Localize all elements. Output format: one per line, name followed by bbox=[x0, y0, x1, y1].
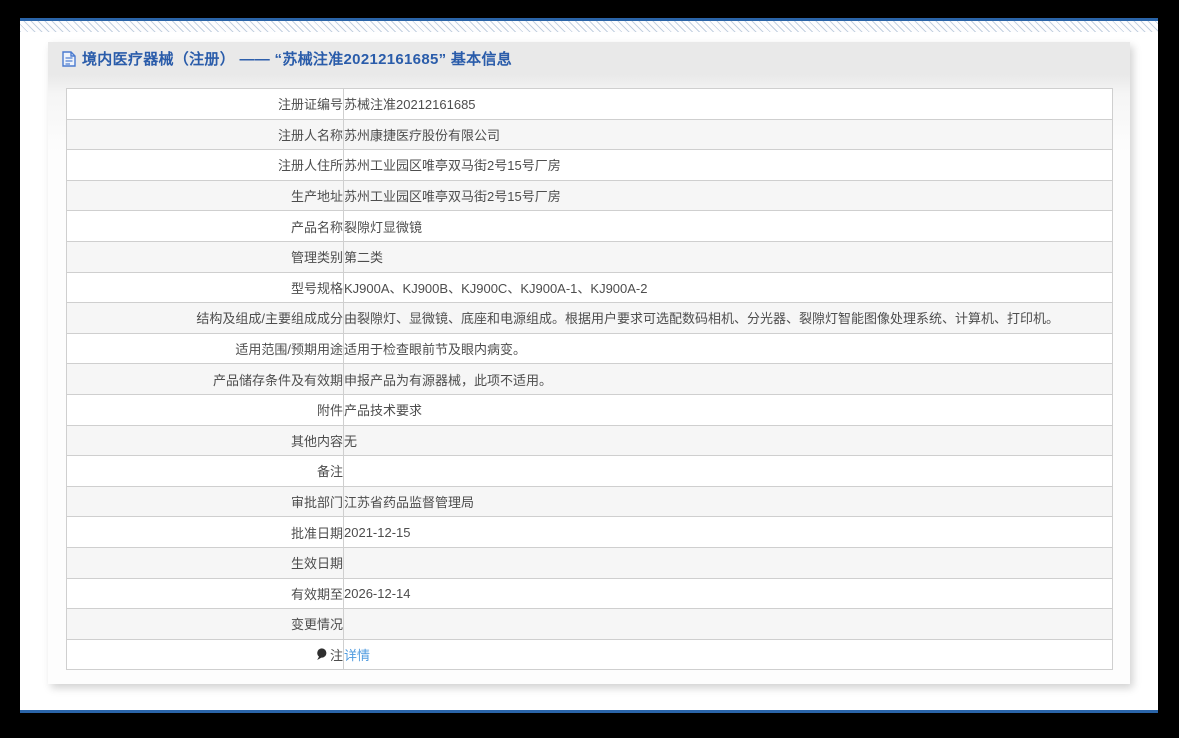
table-row: 备注 bbox=[66, 455, 1113, 487]
row-label: 结构及组成/主要组成成分 bbox=[66, 302, 344, 334]
row-label: 产品储存条件及有效期 bbox=[66, 363, 344, 395]
detail-link[interactable]: 详情 bbox=[345, 648, 371, 663]
row-label: 注册人名称 bbox=[66, 118, 344, 151]
table-row: 生效日期 bbox=[66, 546, 1113, 579]
table-row: 注册人住所 苏州工业园区唯亭双马街2号15号厂房 bbox=[66, 149, 1113, 181]
page-title: 境内医疗器械（注册） —— “苏械注准20212161685” 基本信息 bbox=[48, 42, 1130, 75]
row-value: 详情 bbox=[343, 638, 1113, 671]
table-row: 有效期至 2026-12-14 bbox=[66, 577, 1113, 610]
row-label-text: 注 bbox=[329, 647, 343, 663]
row-label: 产品名称 bbox=[66, 210, 344, 242]
row-label: 附件 bbox=[66, 393, 344, 426]
row-value: 苏州康捷医疗股份有限公司 bbox=[343, 118, 1113, 151]
row-value: 适用于检查眼前节及眼内病变。 bbox=[343, 332, 1113, 365]
row-label: 其他内容 bbox=[66, 424, 344, 457]
info-card: 境内医疗器械（注册） —— “苏械注准20212161685” 基本信息 注册证… bbox=[48, 42, 1130, 684]
row-value: 产品技术要求 bbox=[343, 393, 1113, 426]
info-table-container: 注册证编号 苏械注准20212161685 注册人名称 苏州康捷医疗股份有限公司… bbox=[66, 88, 1113, 671]
row-value bbox=[343, 546, 1113, 579]
table-row: 产品名称 裂隙灯显微镜 bbox=[66, 210, 1113, 242]
table-row: 注册证编号 苏械注准20212161685 bbox=[66, 88, 1113, 120]
page-frame: 境内医疗器械（注册） —— “苏械注准20212161685” 基本信息 注册证… bbox=[20, 18, 1158, 713]
table-row: 审批部门 江苏省药品监督管理局 bbox=[66, 485, 1113, 518]
row-value: 申报产品为有源器械，此项不适用。 bbox=[343, 363, 1113, 395]
table-row: 注册人名称 苏州康捷医疗股份有限公司 bbox=[66, 118, 1113, 151]
row-label: 注 bbox=[66, 638, 344, 671]
row-value: 苏械注准20212161685 bbox=[343, 88, 1113, 120]
row-label: 备注 bbox=[66, 455, 344, 487]
row-label: 有效期至 bbox=[66, 577, 344, 610]
table-row: 其他内容 无 bbox=[66, 424, 1113, 457]
table-row: 适用范围/预期用途 适用于检查眼前节及眼内病变。 bbox=[66, 332, 1113, 365]
row-label: 注册人住所 bbox=[66, 149, 344, 181]
row-value: 第二类 bbox=[343, 240, 1113, 273]
row-label: 适用范围/预期用途 bbox=[66, 332, 344, 365]
row-value: 裂隙灯显微镜 bbox=[343, 210, 1113, 242]
table-row: 附件 产品技术要求 bbox=[66, 393, 1113, 426]
table-row: 产品储存条件及有效期 申报产品为有源器械，此项不适用。 bbox=[66, 363, 1113, 395]
row-value: 无 bbox=[343, 424, 1113, 457]
row-value: 由裂隙灯、显微镜、底座和电源组成。根据用户要求可选配数码相机、分光器、裂隙灯智能… bbox=[343, 302, 1113, 334]
row-value: KJ900A、KJ900B、KJ900C、KJ900A-1、KJ900A-2 bbox=[343, 271, 1113, 304]
info-table: 注册证编号 苏械注准20212161685 注册人名称 苏州康捷医疗股份有限公司… bbox=[66, 88, 1113, 671]
table-row: 批准日期 2021-12-15 bbox=[66, 516, 1113, 548]
row-label: 型号规格 bbox=[66, 271, 344, 304]
row-label: 变更情况 bbox=[66, 608, 344, 640]
row-label: 生效日期 bbox=[66, 546, 344, 579]
table-row: 生产地址 苏州工业园区唯亭双马街2号15号厂房 bbox=[66, 179, 1113, 212]
table-row: 结构及组成/主要组成成分 由裂隙灯、显微镜、底座和电源组成。根据用户要求可选配数… bbox=[66, 302, 1113, 334]
document-icon bbox=[62, 50, 76, 67]
row-value bbox=[343, 455, 1113, 487]
row-label: 注册证编号 bbox=[66, 88, 344, 120]
table-row: 变更情况 bbox=[66, 608, 1113, 640]
table-row: 管理类别 第二类 bbox=[66, 240, 1113, 273]
table-row: 型号规格 KJ900A、KJ900B、KJ900C、KJ900A-1、KJ900… bbox=[66, 271, 1113, 304]
row-label: 批准日期 bbox=[66, 516, 344, 548]
page-title-text: 境内医疗器械（注册） —— “苏械注准20212161685” 基本信息 bbox=[82, 51, 513, 68]
row-value: 2026-12-14 bbox=[343, 577, 1113, 610]
row-label: 生产地址 bbox=[66, 179, 344, 212]
row-value: 江苏省药品监督管理局 bbox=[343, 485, 1113, 518]
row-value bbox=[343, 608, 1113, 640]
row-value: 苏州工业园区唯亭双马街2号15号厂房 bbox=[343, 149, 1113, 181]
comment-icon bbox=[317, 648, 327, 660]
row-value: 苏州工业园区唯亭双马街2号15号厂房 bbox=[343, 179, 1113, 212]
row-label: 审批部门 bbox=[66, 485, 344, 518]
top-hatch-decoration bbox=[20, 21, 1158, 32]
table-row-note: 注 详情 bbox=[66, 638, 1113, 671]
row-value: 2021-12-15 bbox=[343, 516, 1113, 548]
row-label: 管理类别 bbox=[66, 240, 344, 273]
